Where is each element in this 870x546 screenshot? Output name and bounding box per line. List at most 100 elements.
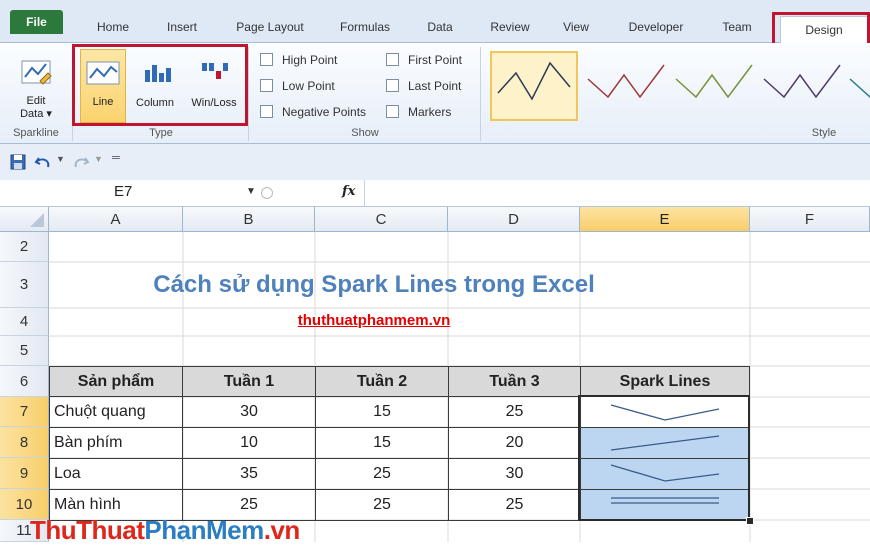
group-separator xyxy=(72,47,73,141)
edit-data-label-2: Data ▾ xyxy=(20,108,52,120)
cell-c7[interactable]: 15 xyxy=(315,396,449,428)
cell-a7[interactable]: Chuột quang xyxy=(49,396,183,428)
undo-icon[interactable] xyxy=(34,154,52,170)
header-cell-sparklines[interactable]: Spark Lines xyxy=(580,366,750,397)
cell-e9[interactable] xyxy=(580,458,750,490)
first-point-checkbox[interactable]: First Point xyxy=(386,51,462,69)
cell-b9[interactable]: 35 xyxy=(182,458,316,490)
cell-e8[interactable] xyxy=(580,427,750,459)
sparkline-style-4[interactable] xyxy=(760,51,844,121)
row-header-5[interactable]: 5 xyxy=(0,336,49,366)
row-header-3[interactable]: 3 xyxy=(0,262,49,308)
column-header-e[interactable]: E xyxy=(580,207,750,232)
style-line-icon xyxy=(497,61,571,101)
header-cell-week1[interactable]: Tuần 1 xyxy=(182,366,316,397)
tab-developer[interactable]: Developer xyxy=(618,14,694,40)
cell-a9[interactable]: Loa xyxy=(49,458,183,490)
cell-c8[interactable]: 15 xyxy=(315,427,449,459)
header-cell-product[interactable]: Sản phẩm xyxy=(49,366,183,397)
redo-dropdown-icon[interactable]: ▼ xyxy=(94,154,103,164)
select-all-corner[interactable] xyxy=(0,207,49,232)
cell-d10[interactable]: 25 xyxy=(448,489,581,521)
column-header-b[interactable]: B xyxy=(183,207,315,232)
last-point-checkbox[interactable]: Last Point xyxy=(386,77,461,95)
fill-handle[interactable] xyxy=(746,517,754,525)
cell-d7[interactable]: 25 xyxy=(448,396,581,428)
name-box-dropdown-icon[interactable]: ▼ xyxy=(246,186,256,197)
ribbon-tab-bar: File Home Insert Page Layout Formulas Da… xyxy=(0,0,870,43)
negative-points-checkbox[interactable]: Negative Points xyxy=(260,103,366,121)
checkbox-box xyxy=(260,79,273,92)
save-icon[interactable] xyxy=(10,154,26,170)
style-line-icon xyxy=(675,64,753,99)
tab-review[interactable]: Review xyxy=(482,14,538,40)
row-header-8[interactable]: 8 xyxy=(0,427,49,458)
line-sparkline-icon xyxy=(86,61,120,85)
cell-c9[interactable]: 25 xyxy=(315,458,449,490)
name-box[interactable]: E7 ▼ xyxy=(0,180,270,206)
website-link[interactable]: thuthuatphanmem.vn xyxy=(49,312,699,329)
checkbox-box xyxy=(386,79,399,92)
sparkline-e9 xyxy=(610,464,720,482)
cell-c10[interactable]: 25 xyxy=(315,489,449,521)
undo-dropdown-icon[interactable]: ▼ xyxy=(56,154,65,164)
worksheet-grid: A B C D E F 2 3 4 5 6 7 8 9 10 11 Cách s… xyxy=(0,207,870,542)
cancel-formula-icon[interactable] xyxy=(260,186,274,200)
redo-icon[interactable] xyxy=(72,154,90,170)
sparkline-style-5[interactable] xyxy=(846,51,870,121)
customize-qat-icon[interactable]: ═ xyxy=(112,152,120,164)
tab-view[interactable]: View xyxy=(560,14,592,40)
group-separator xyxy=(248,47,249,141)
row-header-7[interactable]: 7 xyxy=(0,397,49,427)
cell-d8[interactable]: 20 xyxy=(448,427,581,459)
line-type-button[interactable]: Line xyxy=(80,49,126,123)
insert-function-icon[interactable]: fx xyxy=(342,184,355,199)
low-point-checkbox[interactable]: Low Point xyxy=(260,77,335,95)
sparkline-e10 xyxy=(611,497,719,504)
header-cell-week2[interactable]: Tuần 2 xyxy=(315,366,449,397)
cell-e10[interactable] xyxy=(580,489,750,521)
tab-design[interactable]: Design xyxy=(780,16,868,43)
column-header-f[interactable]: F xyxy=(750,207,870,232)
header-cell-week3[interactable]: Tuần 3 xyxy=(448,366,581,397)
tab-team[interactable]: Team xyxy=(714,14,760,40)
formula-input[interactable] xyxy=(370,184,860,202)
cell-b8[interactable]: 10 xyxy=(182,427,316,459)
cell-b7[interactable]: 30 xyxy=(182,396,316,428)
high-point-checkbox[interactable]: High Point xyxy=(260,51,337,69)
sparkline-style-3[interactable] xyxy=(672,51,756,121)
quick-access-toolbar: ▼ ▼ ═ xyxy=(0,144,870,181)
tab-formulas[interactable]: Formulas xyxy=(332,14,398,40)
row-header-2[interactable]: 2 xyxy=(0,232,49,262)
checkbox-box xyxy=(260,53,273,66)
tab-file[interactable]: File xyxy=(10,10,63,34)
cell-d9[interactable]: 30 xyxy=(448,458,581,490)
edit-data-button[interactable]: Edit Data ▾ xyxy=(6,49,66,123)
column-type-button[interactable]: Column xyxy=(128,49,182,123)
winloss-type-label: Win/Loss xyxy=(191,97,237,109)
winloss-type-button[interactable]: Win/Loss xyxy=(184,49,244,123)
group-label-style: Style xyxy=(811,127,837,139)
markers-checkbox[interactable]: Markers xyxy=(386,103,451,121)
tab-data[interactable]: Data xyxy=(420,14,460,40)
column-header-a[interactable]: A xyxy=(49,207,183,232)
winloss-sparkline-icon xyxy=(202,63,228,79)
row-header-4[interactable]: 4 xyxy=(0,308,49,336)
cell-e7[interactable] xyxy=(580,396,750,428)
checkbox-box xyxy=(260,105,273,118)
select-all-icon xyxy=(30,213,44,227)
cell-a8[interactable]: Bàn phím xyxy=(49,427,183,459)
tab-insert[interactable]: Insert xyxy=(160,14,204,40)
column-header-c[interactable]: C xyxy=(315,207,448,232)
column-header-d[interactable]: D xyxy=(448,207,580,232)
row-header-9[interactable]: 9 xyxy=(0,458,49,489)
last-point-label: Last Point xyxy=(408,79,462,93)
group-label-show: Show xyxy=(351,127,379,139)
sparkline-style-1[interactable] xyxy=(490,51,578,121)
row-header-6[interactable]: 6 xyxy=(0,366,49,397)
watermark-logo: ThuThuatPhanMem.vn xyxy=(30,515,300,546)
column-type-label: Column xyxy=(136,97,174,109)
tab-page-layout[interactable]: Page Layout xyxy=(226,14,314,40)
tab-home[interactable]: Home xyxy=(88,14,138,40)
sparkline-style-2[interactable] xyxy=(584,51,668,121)
